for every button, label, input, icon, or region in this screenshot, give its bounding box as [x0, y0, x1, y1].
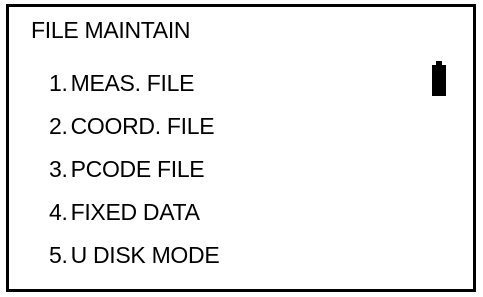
- menu-item-number: 1.: [49, 70, 68, 96]
- battery-full-icon: [432, 61, 446, 96]
- menu-item-number: 5.: [49, 242, 68, 268]
- menu-item-label: PCODE FILE: [70, 156, 205, 182]
- menu-item-number: 2.: [49, 113, 68, 139]
- menu-item-fixed-data[interactable]: 4. FIXED DATA: [49, 195, 200, 229]
- menu-item-label: COORD. FILE: [70, 113, 215, 139]
- menu-item-number: 4.: [49, 199, 68, 225]
- menu-item-pcode-file[interactable]: 3. PCODE FILE: [49, 152, 205, 186]
- menu-item-meas-file[interactable]: 1. MEAS. FILE: [49, 66, 194, 100]
- menu-item-u-disk-mode[interactable]: 5. U DISK MODE: [49, 238, 220, 272]
- menu-item-number: 3.: [49, 156, 68, 182]
- device-screen: FILE MAINTAIN 1. MEAS. FILE 2. COORD. FILE…: [6, 4, 476, 292]
- menu-item-label: U DISK MODE: [70, 242, 220, 268]
- menu-item-label: FIXED DATA: [70, 199, 200, 225]
- screen-title: FILE MAINTAIN: [31, 17, 191, 43]
- menu-item-label: MEAS. FILE: [70, 70, 195, 96]
- menu-item-coord-file[interactable]: 2. COORD. FILE: [49, 109, 215, 143]
